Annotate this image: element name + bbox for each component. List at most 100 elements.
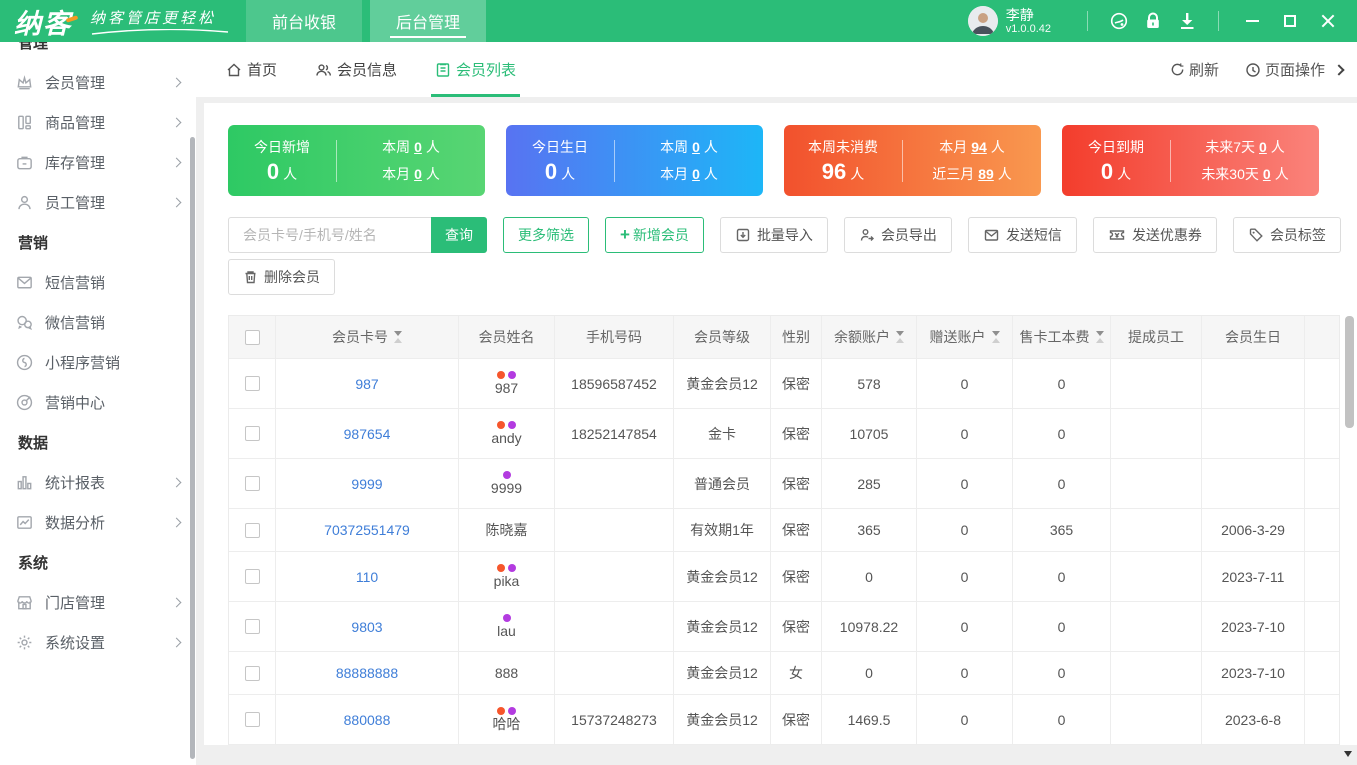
send-sms-button[interactable]: 发送短信 [967, 217, 1077, 253]
tab-member-list[interactable]: 会员列表 [431, 42, 521, 97]
level-cell: 黄金会员12 [674, 695, 771, 744]
orange-dot-icon [497, 563, 505, 572]
close-button[interactable] [1309, 0, 1347, 42]
vertical-scrollbar-thumb[interactable] [1345, 316, 1354, 428]
row-checkbox[interactable] [244, 522, 260, 538]
row-checkbox[interactable] [244, 569, 260, 584]
row-checkbox[interactable] [244, 376, 260, 391]
store-icon [14, 592, 34, 612]
row-checkbox[interactable] [244, 426, 260, 441]
sort-control[interactable] [1095, 331, 1104, 343]
stat-value-link[interactable]: 0 [1259, 139, 1267, 155]
member-tag-dots [497, 370, 516, 379]
member-card-cell: 110 [276, 552, 459, 601]
sidebar-item-system-settings[interactable]: 系统设置 [0, 622, 196, 662]
stat-value-link[interactable]: 0 [692, 139, 700, 155]
refresh-button[interactable]: 刷新 [1170, 59, 1219, 80]
gender-cell: 保密 [771, 409, 822, 458]
tab-home[interactable]: 首页 [226, 42, 277, 97]
gift-account-cell: 0 [917, 602, 1013, 651]
row-checkbox[interactable] [244, 712, 260, 727]
nav-tab-backend-admin[interactable]: 后台管理 [370, 0, 487, 42]
stat-value-link[interactable]: 0 [1263, 166, 1271, 182]
divider [1087, 11, 1088, 31]
stat-card-new-members: 今日新增 0人 本周 0 人 本月 0 人 [228, 125, 485, 196]
support-icon[interactable] [1102, 0, 1136, 42]
row-checkbox[interactable] [244, 476, 260, 491]
stat-value-link[interactable]: 89 [978, 166, 994, 182]
delete-member-button[interactable]: 删除会员 [228, 259, 335, 295]
user-block[interactable]: 李静 v1.0.0.42 [967, 6, 1051, 36]
sort-control[interactable] [394, 331, 402, 343]
member-card-link[interactable]: 987654 [344, 426, 391, 442]
add-member-button[interactable]: + 新增会员 [605, 217, 704, 253]
gift-account-cell: 0 [917, 652, 1013, 694]
sidebar-item-marketing-center[interactable]: 营销中心 [0, 382, 196, 422]
row-checkbox[interactable] [244, 665, 260, 681]
chevron-right-icon[interactable] [1333, 63, 1345, 76]
page-operations-button[interactable]: 页面操作 [1245, 59, 1325, 80]
select-all-checkbox[interactable] [244, 329, 260, 345]
member-card-link[interactable]: 880088 [344, 712, 391, 728]
gender-cell: 保密 [771, 509, 822, 551]
sidebar-item-staff-management[interactable]: 员工管理 [0, 182, 196, 222]
lock-icon[interactable] [1136, 0, 1170, 42]
sidebar-section-system: 系统 [18, 554, 49, 572]
tab-member-info[interactable]: 会员信息 [315, 42, 397, 97]
sidebar-item-wechat-marketing[interactable]: 微信营销 [0, 302, 196, 342]
sidebar-item-store-management[interactable]: 门店管理 [0, 582, 196, 622]
stat-value-link[interactable]: 0 [414, 166, 422, 182]
users-icon [316, 63, 332, 76]
send-coupon-button[interactable]: 发送优惠券 [1092, 217, 1217, 253]
nav-tab-front-cashier[interactable]: 前台收银 [246, 0, 363, 42]
member-name-cell: 987 [459, 359, 555, 408]
sidebar-scrollbar[interactable] [190, 137, 195, 759]
member-card-link[interactable]: 88888888 [336, 665, 398, 681]
stat-value-link[interactable]: 0 [414, 139, 422, 155]
member-export-button[interactable]: 会员导出 [843, 217, 952, 253]
sidebar-item-data-analysis[interactable]: 数据分析 [0, 502, 196, 542]
gift-account-cell: 0 [917, 409, 1013, 458]
commission-staff-cell [1111, 509, 1202, 551]
maximize-button[interactable] [1271, 0, 1309, 42]
sidebar-item-inventory-management[interactable]: 库存管理 [0, 142, 196, 182]
chevron-right-icon [171, 597, 182, 607]
table-body: 987 987 18596587452 黄金会员12 保密 578 0 0 987654 andy… [229, 358, 1339, 745]
sort-control[interactable] [991, 331, 1000, 343]
minimize-button[interactable] [1233, 0, 1271, 42]
batch-import-button[interactable]: 批量导入 [719, 217, 828, 253]
more-filters-button[interactable]: 更多筛选 [503, 217, 589, 253]
sidebar-item-statistics-report[interactable]: 统计报表 [0, 462, 196, 502]
settings-icon [14, 632, 34, 652]
sidebar-item-goods-management[interactable]: 商品管理 [0, 102, 196, 142]
row-select-cell [229, 359, 276, 408]
member-search-input[interactable] [243, 227, 424, 243]
sort-control[interactable] [896, 331, 904, 343]
balance-cell: 285 [822, 459, 917, 508]
member-card-link[interactable]: 9999 [351, 476, 382, 492]
row-checkbox[interactable] [244, 619, 260, 634]
column-extra [1305, 316, 1340, 358]
content-panel: 今日新增 0人 本周 0 人 本月 0 人 今日生日 0人 本周 0 人 本月 0 人 本周未消… [204, 103, 1357, 745]
member-card-link[interactable]: 70372551479 [324, 522, 410, 538]
member-card-link[interactable]: 9803 [351, 619, 382, 635]
chevron-right-icon [171, 637, 182, 647]
column-birthday: 会员生日 [1202, 316, 1305, 358]
card-fee-cell: 0 [1013, 602, 1111, 651]
phone-cell [555, 459, 674, 508]
level-cell: 有效期1年 [674, 509, 771, 551]
sidebar-item-member-management[interactable]: 会员管理 [0, 62, 196, 102]
scroll-down-arrow[interactable] [1344, 751, 1352, 757]
search-button[interactable]: 查询 [431, 217, 487, 253]
phone-cell [555, 652, 674, 694]
sidebar-item-sms-marketing[interactable]: 短信营销 [0, 262, 196, 302]
stat-value-link[interactable]: 94 [971, 139, 987, 155]
member-card-link[interactable]: 110 [356, 569, 378, 585]
gender-cell: 保密 [771, 602, 822, 651]
member-card-cell: 70372551479 [276, 509, 459, 551]
member-tag-button[interactable]: 会员标签 [1232, 217, 1341, 253]
sidebar-item-miniprogram-marketing[interactable]: 小程序营销 [0, 342, 196, 382]
download-icon[interactable] [1170, 0, 1204, 42]
member-card-link[interactable]: 987 [355, 376, 378, 392]
stat-value-link[interactable]: 0 [692, 166, 700, 182]
